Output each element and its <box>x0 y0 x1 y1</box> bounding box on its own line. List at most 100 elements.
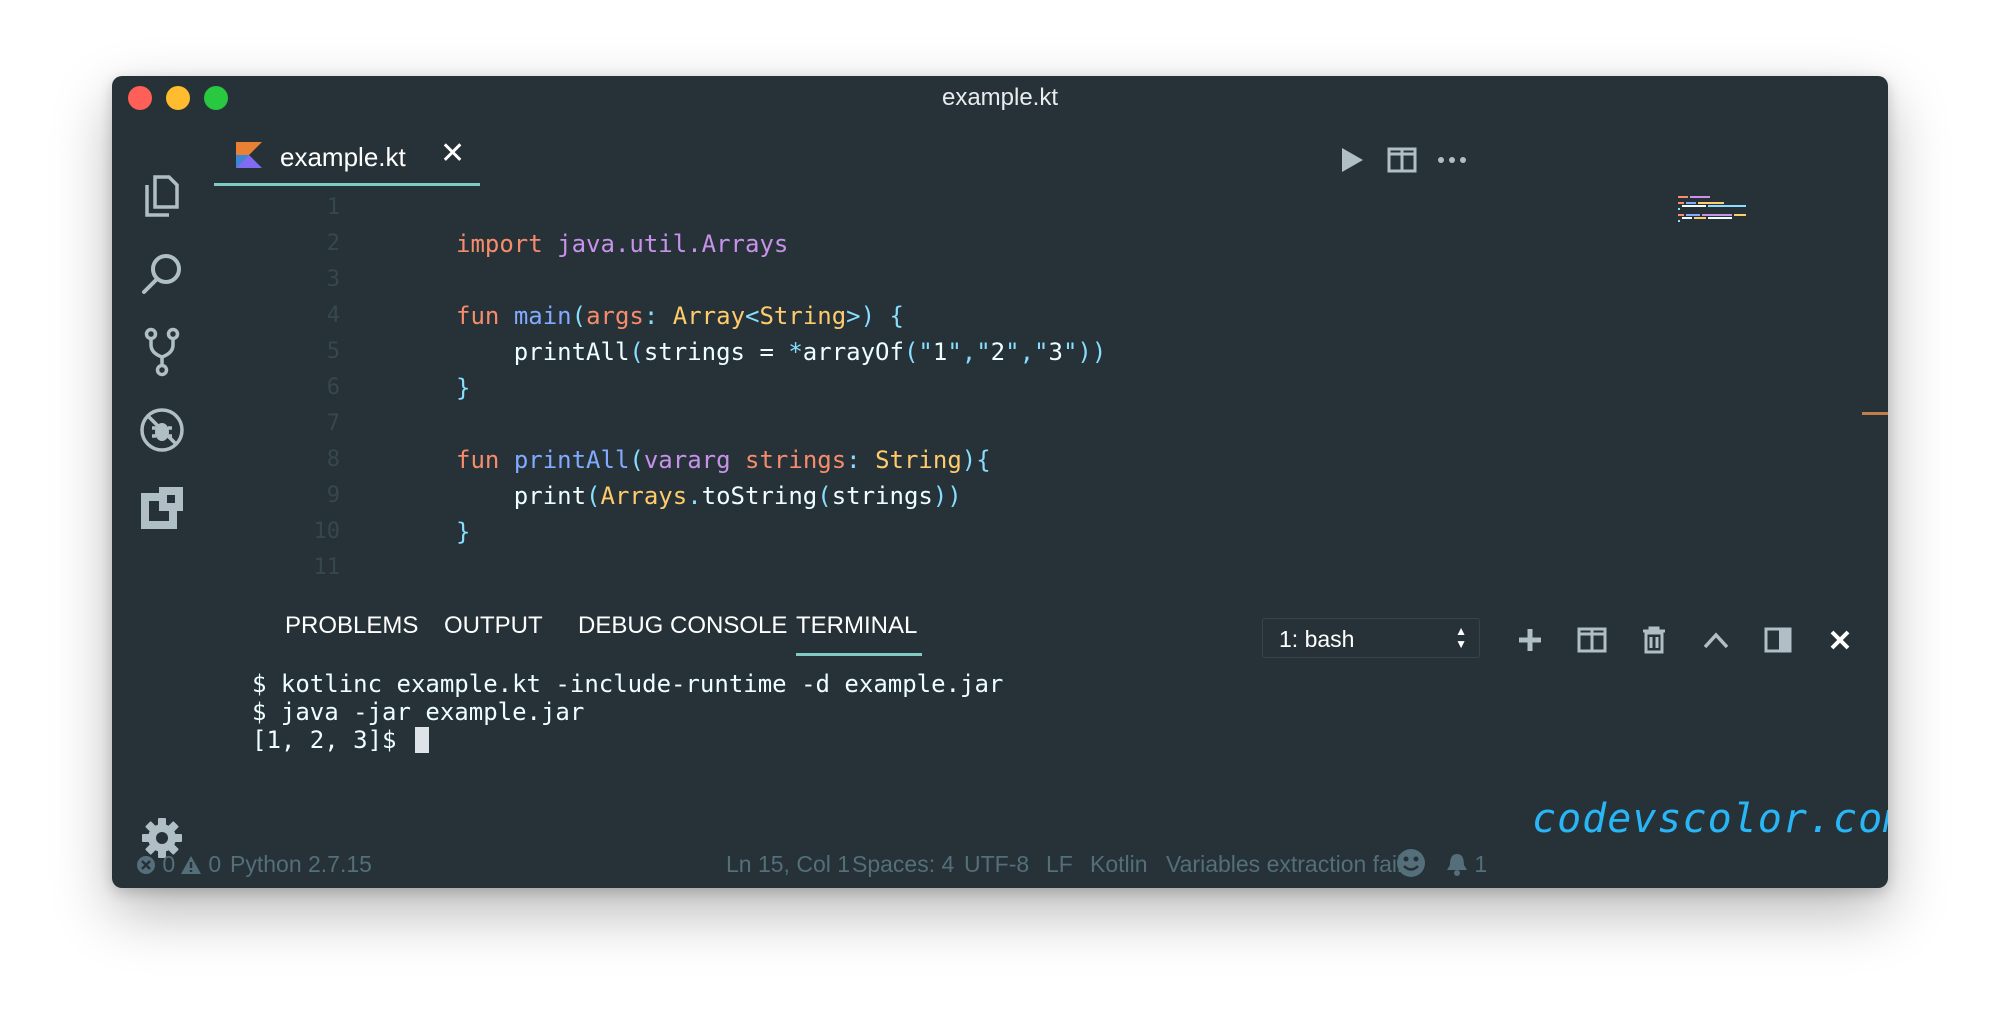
terminal-last-output: [1, 2, 3]$ <box>252 726 411 754</box>
code-token: (" <box>903 338 933 366</box>
code-token: 2 <box>990 338 1006 366</box>
notifications[interactable]: 1 <box>1446 851 1487 878</box>
scrollbar-marker <box>1862 412 1888 415</box>
code-token: } <box>456 518 471 546</box>
code-token: print <box>456 482 587 510</box>
window-title: example.kt <box>941 84 1059 111</box>
code-line[interactable]: 4 fun main(args: Array<String>) { <box>214 298 1784 334</box>
more-actions-icon[interactable] <box>1432 140 1472 180</box>
terminal-cursor <box>414 727 429 753</box>
indentation[interactable]: Spaces: 4 <box>852 851 954 878</box>
code-line[interactable]: 1 <box>214 190 1784 226</box>
run-icon[interactable] <box>1332 140 1372 180</box>
code-token: )) <box>932 482 962 510</box>
tab-close-icon[interactable]: ✕ <box>440 136 465 171</box>
source-control-icon[interactable] <box>134 324 190 380</box>
code-line[interactable]: 12 <box>214 586 1784 592</box>
code-line[interactable]: 2 import java.util.Arrays <box>214 226 1784 262</box>
code-line[interactable]: 6} <box>214 370 1784 406</box>
line-number: 1 <box>326 195 340 220</box>
code-token: main <box>513 302 572 330</box>
tab-terminal[interactable]: TERMINAL <box>796 612 922 656</box>
code-token: < <box>745 302 760 330</box>
code-token: printAll <box>513 446 630 474</box>
status-message: Variables extraction fail <box>1166 851 1403 877</box>
python-interpreter[interactable]: Python 2.7.15 <box>230 851 372 878</box>
code-token: Array <box>672 302 746 330</box>
code-editor[interactable]: 1 2 import java.util.Arrays 3 4 fun main(args… <box>214 190 1784 592</box>
line-number: 11 <box>313 555 341 580</box>
close-icon[interactable] <box>1822 622 1858 658</box>
line-number: 4 <box>326 303 340 328</box>
tab-output[interactable]: OUTPUT <box>444 612 543 652</box>
code-token: printAll <box>456 338 630 366</box>
terminal-line: $ java -jar example.jar <box>252 698 585 726</box>
code-token: String <box>875 446 962 474</box>
code-token: arrayOf <box>802 338 904 366</box>
code-text: } <box>456 370 470 406</box>
watermark: codevscolor.com <box>1532 796 1888 842</box>
code-token: >) { <box>846 302 904 330</box>
line-number: 2 <box>326 231 340 256</box>
line-ending[interactable]: LF <box>1046 851 1073 878</box>
files-icon[interactable] <box>134 168 190 224</box>
line-number: 3 <box>326 267 340 292</box>
terminal-output[interactable]: $ kotlinc example.kt -include-runtime -d… <box>252 670 1652 754</box>
cursor-position[interactable]: Ln 15, Col 1 <box>726 851 850 878</box>
code-line[interactable]: 9 print(Arrays.toString(strings)) <box>214 478 1784 514</box>
maximize-panel-icon[interactable] <box>1760 622 1796 658</box>
tab-debug-console[interactable]: DEBUG CONSOLE <box>578 612 787 652</box>
code-token: ( <box>586 482 601 510</box>
line-number: 9 <box>326 483 340 508</box>
code-line[interactable]: 8 fun printAll(vararg strings: String){ <box>214 442 1784 478</box>
code-line[interactable]: 11 <box>214 550 1784 586</box>
code-token: 1 <box>932 338 948 366</box>
search-icon[interactable] <box>134 246 190 302</box>
code-text: printAll(strings = *arrayOf("1","2","3")… <box>456 334 1107 370</box>
line-number: 7 <box>326 411 340 436</box>
code-token: String <box>759 302 847 330</box>
warning-icon <box>181 856 201 874</box>
split-terminal-icon[interactable] <box>1574 622 1610 658</box>
title-bar: example.kt <box>112 76 1888 120</box>
tab-problems[interactable]: PROBLEMS <box>285 612 418 652</box>
code-token: args <box>586 302 644 330</box>
line-number: 6 <box>326 375 340 400</box>
minimap[interactable] <box>1678 194 1788 234</box>
code-line[interactable]: 7 <box>214 406 1784 442</box>
language-mode[interactable]: Kotlin <box>1090 851 1148 878</box>
code-token: strings <box>831 482 933 510</box>
line-number: 5 <box>326 339 340 364</box>
chevron-up-icon[interactable] <box>1698 622 1734 658</box>
status-bar: 0 0 Python 2.7.15 Ln 15, Col 1 Spaces: 4… <box>112 842 1888 888</box>
code-token: "," <box>947 338 991 366</box>
feedback-smiley-icon[interactable] <box>1396 848 1426 884</box>
code-token: . <box>687 482 702 510</box>
code-token: ( <box>571 302 587 330</box>
bell-icon <box>1447 854 1467 876</box>
code-line[interactable]: 3 <box>214 262 1784 298</box>
plus-icon[interactable] <box>1512 622 1548 658</box>
warning-count: 0 <box>208 851 222 877</box>
errors-indicator[interactable]: 0 <box>136 851 175 878</box>
extensions-icon[interactable] <box>134 480 190 536</box>
terminal-select[interactable]: 1: bash ▲ ▼ <box>1262 618 1480 658</box>
code-token: ( <box>629 338 644 366</box>
notification-count: 1 <box>1474 851 1488 877</box>
code-token: ")) <box>1062 338 1107 366</box>
debug-icon[interactable] <box>134 402 190 458</box>
code-line[interactable]: 5 printAll(strings = *arrayOf("1","2","3… <box>214 334 1784 370</box>
encoding[interactable]: UTF-8 <box>964 851 1029 878</box>
code-token: toString <box>701 482 818 510</box>
terminal-select-value: 1: bash <box>1279 626 1355 652</box>
trash-icon[interactable] <box>1636 622 1672 658</box>
code-line[interactable]: 10} <box>214 514 1784 550</box>
warnings-indicator[interactable]: 0 <box>180 851 221 878</box>
tab-example-kt[interactable]: example.kt ✕ <box>214 130 480 186</box>
error-count: 0 <box>162 851 176 877</box>
split-editor-icon[interactable] <box>1382 140 1422 180</box>
code-text: } <box>456 514 470 550</box>
code-token: ( <box>629 446 644 474</box>
